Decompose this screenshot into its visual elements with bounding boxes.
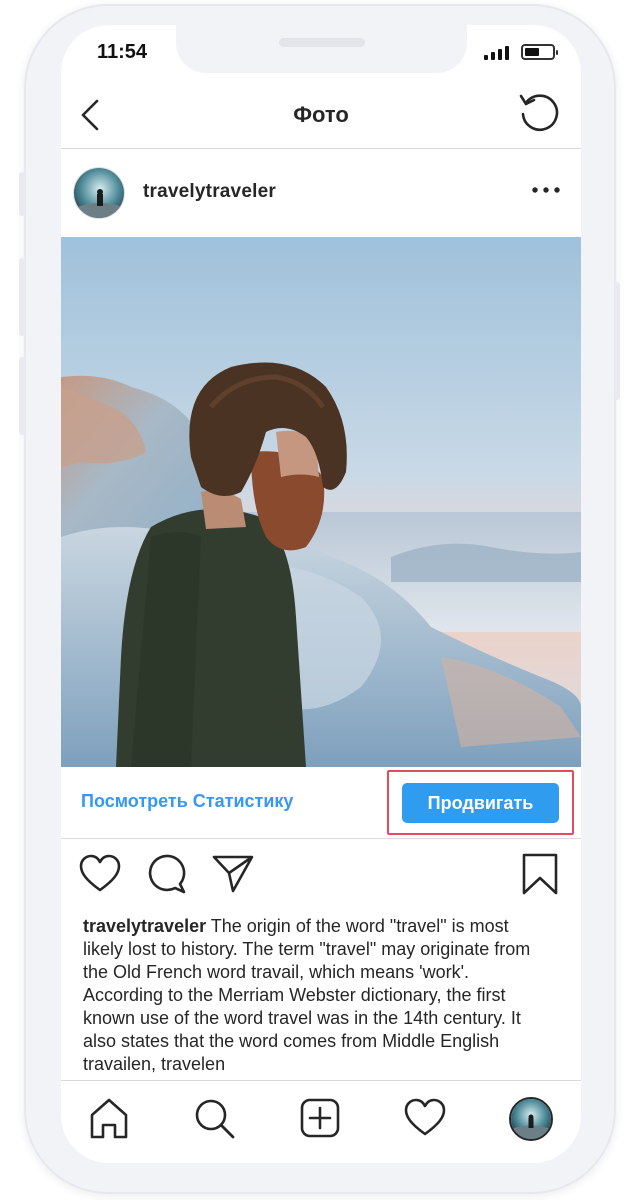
activity-heart-icon bbox=[404, 1098, 446, 1136]
refresh-icon bbox=[519, 94, 559, 131]
user-avatar[interactable] bbox=[73, 167, 125, 219]
promote-button[interactable]: Продвигать bbox=[402, 783, 559, 823]
app-screen: 11:54 Фото travelytraveler Посмотреть Ст… bbox=[61, 25, 581, 1163]
post-photo[interactable] bbox=[61, 237, 581, 767]
signal-icon bbox=[484, 46, 509, 60]
save-button[interactable] bbox=[517, 851, 563, 897]
status-time: 11:54 bbox=[97, 41, 148, 63]
tab-new-post[interactable] bbox=[297, 1095, 343, 1141]
caption-text: The origin of the word "travel" is most … bbox=[83, 916, 531, 1074]
bookmark-icon bbox=[522, 853, 558, 895]
tab-home[interactable] bbox=[86, 1095, 132, 1141]
more-options-button[interactable] bbox=[529, 178, 563, 202]
phone-mute-switch bbox=[19, 172, 25, 216]
post-header: travelytraveler bbox=[61, 150, 581, 237]
status-icons bbox=[484, 44, 558, 60]
home-icon bbox=[90, 1098, 128, 1139]
share-button[interactable] bbox=[210, 851, 256, 897]
tab-activity[interactable] bbox=[402, 1095, 448, 1141]
notch bbox=[176, 25, 467, 73]
profile-avatar bbox=[511, 1099, 551, 1139]
heart-icon bbox=[79, 854, 121, 892]
tab-profile[interactable] bbox=[509, 1097, 553, 1141]
speaker-grille bbox=[279, 38, 365, 47]
post-caption: travelytraveler The origin of the word "… bbox=[83, 915, 553, 1075]
battery-icon bbox=[521, 44, 558, 60]
view-insights-link[interactable]: Посмотреть Статистику bbox=[81, 791, 293, 812]
bottom-tab-bar bbox=[61, 1080, 581, 1163]
post-username[interactable]: travelytraveler bbox=[143, 181, 276, 203]
like-button[interactable] bbox=[77, 851, 123, 897]
more-icon bbox=[532, 187, 560, 193]
nav-header: Фото bbox=[61, 85, 581, 149]
add-post-icon bbox=[300, 1098, 340, 1138]
page-title: Фото bbox=[293, 102, 349, 127]
comment-button[interactable] bbox=[144, 851, 190, 897]
insights-bar: Посмотреть Статистику Продвигать bbox=[61, 767, 581, 839]
tab-search[interactable] bbox=[191, 1095, 237, 1141]
phone-volume-down bbox=[19, 357, 25, 435]
caption-username[interactable]: travelytraveler bbox=[83, 916, 206, 936]
share-icon bbox=[212, 855, 254, 893]
comment-icon bbox=[148, 854, 186, 894]
phone-power-button bbox=[614, 282, 620, 400]
refresh-button[interactable] bbox=[515, 89, 561, 135]
phone-volume-up bbox=[19, 258, 25, 336]
search-icon bbox=[195, 1099, 235, 1139]
